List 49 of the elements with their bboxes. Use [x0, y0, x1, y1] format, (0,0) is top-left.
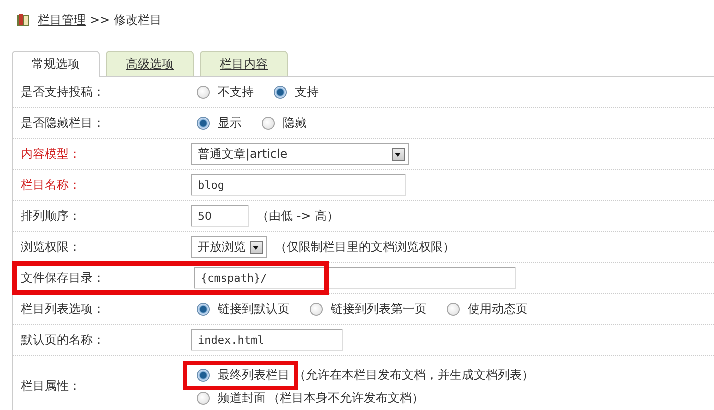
- tab[interactable]: 栏目内容: [200, 51, 288, 76]
- radio-button[interactable]: [197, 369, 210, 382]
- radio-button[interactable]: [262, 116, 275, 130]
- radio-button[interactable]: [447, 302, 460, 316]
- field-label: 是否支持投稿：: [20, 84, 106, 100]
- field-label: 栏目属性：: [20, 378, 82, 394]
- radio-button[interactable]: [197, 116, 210, 130]
- option-label: 显示: [218, 114, 242, 132]
- breadcrumb-current: 修改栏目: [114, 12, 162, 28]
- option-note: （允许在本栏目发布文档，并生成文档列表）: [294, 367, 534, 384]
- caret-icon[interactable]: [250, 240, 263, 254]
- breadcrumb-link[interactable]: 栏目管理: [38, 12, 86, 28]
- input-field[interactable]: 50: [191, 205, 249, 227]
- field-label: 浏览权限：: [20, 238, 82, 256]
- option-label: 支持: [295, 84, 319, 100]
- field-label: 内容模型：: [20, 146, 82, 162]
- caret-icon[interactable]: [392, 148, 405, 160]
- field-label: 栏目列表选项：: [20, 300, 106, 318]
- option-note: （栏目本身不允许发布文档）: [268, 390, 424, 407]
- book-icon: [16, 13, 30, 27]
- radio-button[interactable]: [274, 86, 287, 98]
- dropdown[interactable]: 开放浏览: [191, 236, 267, 258]
- dropdown[interactable]: 普通文章|article: [191, 143, 409, 165]
- radio-button[interactable]: [310, 302, 323, 316]
- hint-text: （仅限制栏目里的文档浏览权限）: [275, 238, 455, 256]
- option-label: 链接到默认页: [218, 300, 290, 318]
- field-label: 栏目名称：: [20, 176, 82, 194]
- dropdown-value: 开放浏览: [198, 238, 246, 256]
- field-label: 是否隐藏栏目：: [20, 114, 106, 132]
- option-label: 频道封面: [218, 390, 266, 407]
- radio-button[interactable]: [197, 392, 210, 405]
- option-label: 最终列表栏目: [218, 367, 290, 384]
- field-label: 默认页的名称：: [20, 332, 106, 348]
- breadcrumb-separator: >>: [90, 13, 110, 27]
- option-label: 隐藏: [283, 114, 307, 132]
- input-field[interactable]: blog: [191, 174, 406, 196]
- option-label: 链接到列表第一页: [331, 300, 427, 318]
- field-label: 文件保存目录：: [20, 270, 106, 286]
- option-label: 不支持: [218, 84, 254, 100]
- radio-button[interactable]: [197, 86, 210, 98]
- tab[interactable]: 常规选项: [12, 51, 100, 77]
- input-field[interactable]: {cmspath}/: [194, 267, 516, 289]
- dropdown-value: 普通文章|article: [198, 146, 288, 162]
- radio-button[interactable]: [197, 302, 210, 316]
- option-label: 使用动态页: [468, 300, 528, 318]
- tab[interactable]: 高级选项: [106, 51, 194, 76]
- field-label: 排列顺序：: [20, 208, 82, 224]
- hint-text: （由低 -> 高）: [257, 208, 340, 224]
- input-field[interactable]: index.html: [191, 329, 343, 351]
